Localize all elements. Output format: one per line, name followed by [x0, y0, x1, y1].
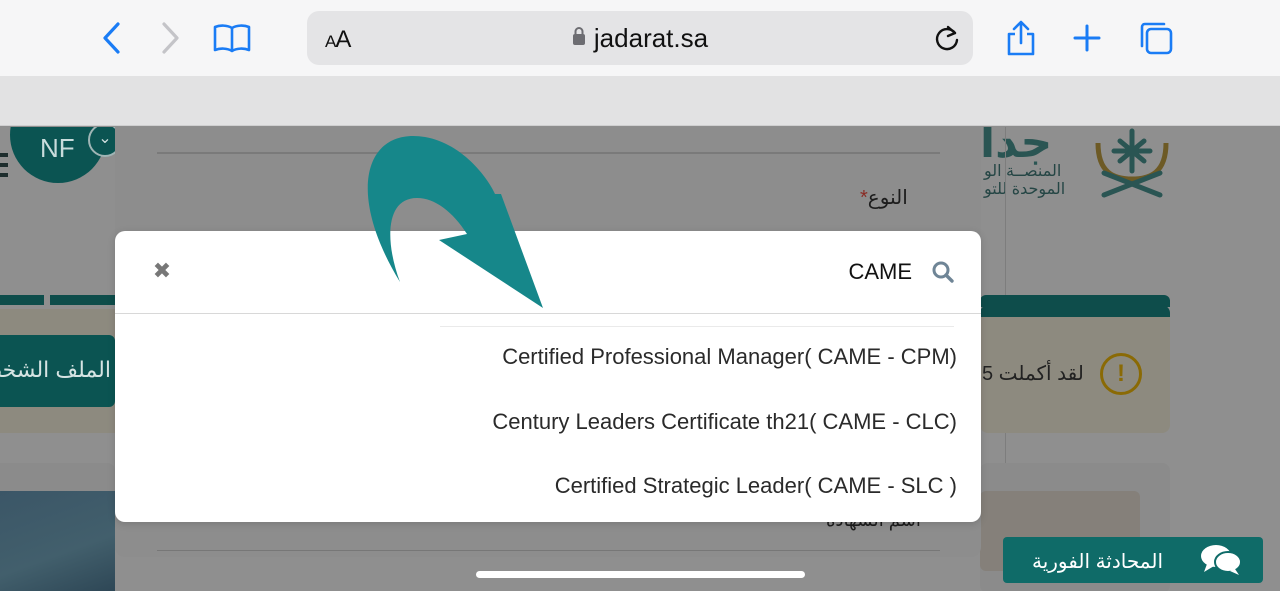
bookmarks-button[interactable]	[212, 18, 252, 58]
reload-button[interactable]	[933, 23, 961, 58]
home-indicator[interactable]	[476, 571, 805, 578]
search-icon	[932, 261, 954, 283]
option-slc[interactable]: Certified Strategic Leader( CAME - SLC )	[555, 473, 957, 499]
lock-icon	[572, 22, 586, 53]
emblem-logo	[1095, 128, 1169, 198]
address-bar[interactable]: AA jadarat.sa	[307, 11, 973, 65]
tabs-button[interactable]	[1136, 18, 1176, 58]
left-image	[0, 491, 115, 591]
plus-icon	[1073, 24, 1101, 52]
left-tab-bar	[0, 295, 115, 305]
annotation-arrow	[367, 135, 543, 308]
type-field-label: النوع*	[860, 187, 908, 209]
menu-icon[interactable]	[0, 153, 8, 177]
book-icon	[213, 24, 251, 53]
clear-search-button[interactable]: ✖	[150, 259, 174, 283]
warning-icon: !	[1100, 353, 1142, 395]
share-icon	[1007, 20, 1035, 56]
new-tab-button[interactable]	[1067, 18, 1107, 58]
option-divider	[440, 326, 954, 327]
option-cpm[interactable]: Certified Professional Manager( CAME - C…	[502, 344, 957, 370]
chevron-right-icon	[162, 22, 179, 54]
toolbar-strip	[0, 76, 1280, 126]
logo-subtitle-2: الموحدة للتو	[984, 181, 1066, 198]
url-display[interactable]: jadarat.sa	[307, 23, 973, 54]
forward-button[interactable]	[150, 18, 190, 58]
logo-subtitle-1: المنصــة الو	[984, 163, 1062, 180]
reload-icon	[935, 25, 959, 51]
chevron-left-icon	[103, 22, 120, 54]
live-chat-button[interactable]: المحادثة الفورية	[1003, 537, 1263, 583]
required-mark: *	[860, 187, 868, 209]
chat-label: المحادثة الفورية	[1031, 551, 1163, 573]
option-clc[interactable]: Century Leaders Certificate th21( CAME -…	[492, 409, 957, 435]
browser-toolbar: AA jadarat.sa	[0, 0, 1280, 76]
share-button[interactable]	[1001, 18, 1041, 58]
back-button[interactable]	[92, 18, 132, 58]
certificate-name-input[interactable]	[157, 550, 940, 560]
tabs-icon	[1140, 22, 1173, 55]
profile-button[interactable]: الملف الشخصي	[0, 335, 115, 407]
chat-bubbles-icon	[1201, 545, 1242, 575]
warning-text: لقد أكملت 5	[982, 363, 1084, 385]
url-text: jadarat.sa	[593, 23, 709, 53]
dropdown-search-input[interactable]: CAME	[848, 259, 912, 285]
